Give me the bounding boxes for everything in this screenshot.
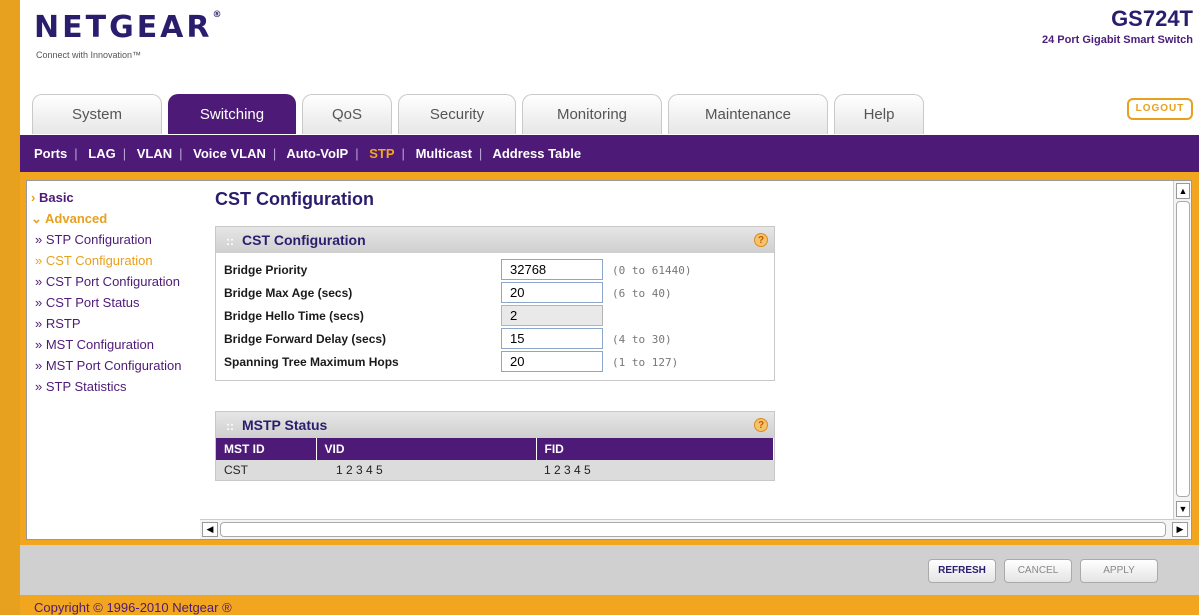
header: NETGEAR® Connect with Innovation™ GS724T… [20, 0, 1199, 135]
model-description: 24 Port Gigabit Smart Switch [1042, 34, 1193, 46]
subnav-stp[interactable]: STP [369, 146, 394, 161]
tab-maintenance[interactable]: Maintenance [668, 94, 828, 134]
max-hops-input[interactable] [501, 351, 603, 372]
cst-configuration-box: ::CST Configuration ? Bridge Priority (0… [215, 226, 775, 381]
sidebar-item-stp-statistics[interactable]: » STP Statistics [31, 378, 191, 395]
tab-monitoring[interactable]: Monitoring [522, 94, 662, 134]
tab-switching[interactable]: Switching [168, 94, 296, 134]
netgear-logo: NETGEAR® [34, 10, 222, 45]
horizontal-scrollbar[interactable]: ◀ ▶ [200, 519, 1190, 539]
cst-box-header: :: CST Configuration ? [216, 227, 774, 253]
subnav-ports[interactable]: Ports [34, 146, 67, 161]
refresh-button[interactable]: REFRESH [928, 559, 996, 583]
field-label: Bridge Forward Delay (secs) [224, 332, 387, 346]
field-range: (4 to 30) [612, 333, 672, 346]
apply-button[interactable]: APPLY [1080, 559, 1158, 583]
field-range: (1 to 127) [612, 356, 679, 369]
tab-system[interactable]: System [32, 94, 162, 134]
mstp-box-title: MSTP Status [242, 417, 328, 433]
field-label: Spanning Tree Maximum Hops [224, 355, 399, 369]
field-row-max-hops: Spanning Tree Maximum Hops (1 to 127) [216, 351, 774, 374]
grip-icon: :: [226, 419, 234, 433]
subnav-voice-vlan[interactable]: Voice VLAN [193, 146, 266, 161]
scroll-right-icon[interactable]: ▶ [1172, 522, 1188, 537]
table-cell: 1 2 3 4 5 [536, 460, 774, 480]
sidebar-item-stp-configuration[interactable]: » STP Configuration [31, 231, 191, 248]
grip-icon: :: [226, 234, 234, 248]
subnav-vlan[interactable]: VLAN [137, 146, 172, 161]
main-content: CST Configuration :: CST Configuration ? … [215, 189, 775, 481]
sub-navigation: Ports | LAG | VLAN | Voice VLAN | Auto-VoIP |… [20, 135, 1199, 172]
tab-help[interactable]: Help [834, 94, 924, 134]
cst-box-title: CST Configuration [242, 232, 366, 248]
field-range: (6 to 40) [612, 287, 672, 300]
sidebar-item-mst-port-configuration[interactable]: » MST Port Configuration [31, 357, 191, 374]
bridge-priority-input[interactable] [501, 259, 603, 280]
sidebar-item-cst-port-configuration[interactable]: » CST Port Configuration [31, 273, 191, 290]
vertical-scrollbar[interactable]: ▲ ▼ [1173, 181, 1191, 519]
table-cell: 1 2 3 4 5 [316, 460, 536, 480]
help-icon[interactable]: ? [754, 418, 768, 432]
scroll-left-icon[interactable]: ◀ [202, 522, 218, 537]
page-title: CST Configuration [215, 189, 374, 209]
sidebar-item-basic[interactable]: › Basic [31, 189, 191, 206]
table-row: CST 1 2 3 4 5 1 2 3 4 5 [216, 460, 774, 480]
subnav-lag[interactable]: LAG [88, 146, 115, 161]
model-name: GS724T [1111, 6, 1193, 31]
scroll-down-icon[interactable]: ▼ [1176, 501, 1190, 517]
sidebar-item-mst-configuration[interactable]: » MST Configuration [31, 336, 191, 353]
sidebar: › Basic ⌄ Advanced » STP Configuration »… [31, 189, 191, 399]
field-label: Bridge Priority [224, 263, 308, 277]
vertical-scroll-thumb[interactable] [1176, 201, 1190, 497]
logout-button[interactable]: LOGOUT [1127, 98, 1193, 120]
field-row-bridge-forward-delay: Bridge Forward Delay (secs) (4 to 30) [216, 328, 774, 351]
sidebar-item-rstp[interactable]: » RSTP [31, 315, 191, 332]
field-label: Bridge Hello Time (secs) [224, 309, 364, 323]
sidebar-item-advanced[interactable]: ⌄ Advanced [31, 210, 191, 227]
sidebar-item-cst-configuration[interactable]: » CST Configuration [31, 252, 191, 269]
mstp-status-table: MST ID VID FID CST 1 2 3 4 5 1 2 3 4 5 [216, 438, 774, 480]
column-header: FID [536, 438, 774, 460]
subnav-multicast[interactable]: Multicast [416, 146, 472, 161]
bridge-forward-delay-input[interactable] [501, 328, 603, 349]
tab-qos[interactable]: QoS [302, 94, 392, 134]
help-icon[interactable]: ? [754, 233, 768, 247]
bridge-hello-time-input [501, 305, 603, 326]
column-header: VID [316, 438, 537, 460]
field-label: Bridge Max Age (secs) [224, 286, 353, 300]
field-row-bridge-hello-time: Bridge Hello Time (secs) [216, 305, 774, 328]
sidebar-item-cst-port-status[interactable]: » CST Port Status [31, 294, 191, 311]
content-panel: › Basic ⌄ Advanced » STP Configuration »… [26, 180, 1192, 540]
field-row-bridge-max-age: Bridge Max Age (secs) (6 to 40) [216, 282, 774, 305]
mstp-box-header: :: MSTP Status ? [216, 412, 774, 438]
field-range: (0 to 61440) [612, 264, 692, 277]
copyright: Copyright © 1996-2010 Netgear ® [34, 600, 232, 615]
bridge-max-age-input[interactable] [501, 282, 603, 303]
tab-security[interactable]: Security [398, 94, 516, 134]
action-bar: REFRESH CANCEL APPLY [20, 545, 1199, 595]
column-header: MST ID [216, 438, 317, 460]
cancel-button[interactable]: CANCEL [1004, 559, 1072, 583]
subnav-auto-voip[interactable]: Auto-VoIP [286, 146, 348, 161]
scroll-up-icon[interactable]: ▲ [1176, 183, 1190, 199]
subnav-address-table[interactable]: Address Table [492, 146, 581, 161]
mstp-status-box: :: MSTP Status ? MST ID VID FID CST 1 2 3… [215, 411, 775, 481]
table-cell: CST [216, 460, 316, 480]
horizontal-scroll-thumb[interactable] [220, 522, 1166, 537]
brand-tagline: Connect with Innovation™ [36, 50, 142, 60]
field-row-bridge-priority: Bridge Priority (0 to 61440) [216, 259, 774, 282]
